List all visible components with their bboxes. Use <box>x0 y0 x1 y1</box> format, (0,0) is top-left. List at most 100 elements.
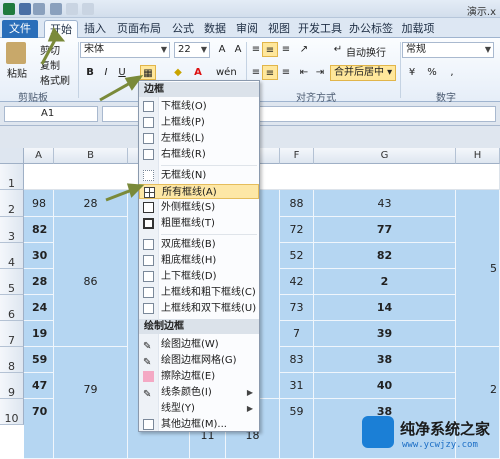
menu-item-all-borders[interactable]: 所有框线(A) <box>139 184 259 199</box>
tab-insert[interactable]: 插入 <box>80 20 110 38</box>
cell-g3[interactable]: 77 <box>314 217 456 243</box>
increase-indent-icon[interactable]: ⇥ <box>312 65 328 80</box>
tab-data[interactable]: 数据 <box>200 20 230 38</box>
phonetic-button[interactable]: wén <box>216 67 237 78</box>
column-header[interactable]: H <box>456 148 500 164</box>
cell-f5[interactable]: 42 <box>280 269 314 295</box>
cell-g8[interactable]: 38 <box>314 347 456 373</box>
customize-qat-icon[interactable] <box>82 3 94 15</box>
cell-f2[interactable]: 88 <box>280 190 314 217</box>
tab-file[interactable]: 文件 <box>2 20 38 38</box>
undo-icon[interactable] <box>33 3 45 15</box>
menu-item-thick-box-border[interactable]: 粗匣框线(T) <box>139 216 259 231</box>
tab-formulas[interactable]: 公式 <box>168 20 198 38</box>
menu-item-left-border[interactable]: 左框线(L) <box>139 131 259 146</box>
shrink-font-icon[interactable]: A <box>230 42 246 57</box>
row-header[interactable]: 9 <box>0 373 24 399</box>
align-right-icon[interactable]: ≡ <box>278 65 294 80</box>
comma-style-icon[interactable]: , <box>444 65 460 80</box>
redo-icon[interactable] <box>50 3 62 15</box>
menu-item-thick-bottom-border[interactable]: 粗底框线(H) <box>139 253 259 268</box>
row-header[interactable]: 10 <box>0 399 24 425</box>
menu-item-top-bottom-border[interactable]: 上下框线(D) <box>139 269 259 284</box>
menu-item-outside-borders[interactable]: 外侧框线(S) <box>139 200 259 215</box>
menu-item-no-border[interactable]: 无框线(N) <box>139 168 259 183</box>
paste-label[interactable]: 粘贴 <box>7 65 27 80</box>
menu-item-erase-border[interactable]: 擦除边框(E) <box>139 369 259 384</box>
menu-item-bottom-border[interactable]: 下框线(O) <box>139 99 259 114</box>
menu-item-draw-border[interactable]: ✎ 绘图边框(W) <box>139 337 259 352</box>
copy-button[interactable]: 复制 <box>40 57 60 72</box>
cell-a10[interactable]: 70 <box>24 399 54 459</box>
cell-f4[interactable]: 52 <box>280 243 314 269</box>
tab-home[interactable]: 开始 <box>44 20 78 38</box>
borders-button[interactable]: ▦ <box>140 65 156 80</box>
wrap-text-icon[interactable]: ↵ <box>330 42 346 57</box>
cell-g5[interactable]: 2 <box>314 269 456 295</box>
number-format-select[interactable]: 常规 ▼ <box>402 42 494 58</box>
cell-a5[interactable]: 28 <box>24 269 54 295</box>
tab-office-tab[interactable]: 办公标签 <box>346 20 396 38</box>
column-header[interactable]: B <box>54 148 128 164</box>
row-header[interactable]: 1 <box>0 164 24 190</box>
name-box[interactable]: A1 <box>4 106 98 122</box>
font-color-icon[interactable]: A <box>190 65 206 80</box>
cell-f8[interactable]: 83 <box>280 347 314 373</box>
column-header[interactable]: G <box>314 148 456 164</box>
save-icon[interactable] <box>19 3 31 15</box>
menu-item-draw-border-grid[interactable]: ✎ 绘图边框网格(G) <box>139 353 259 368</box>
font-size-select[interactable]: 22 ▼ <box>174 42 210 58</box>
percent-icon[interactable]: % <box>424 65 440 80</box>
cell-f3[interactable]: 72 <box>280 217 314 243</box>
text-orientation-icon[interactable]: ↗ <box>296 42 312 57</box>
bold-button[interactable]: B <box>82 65 98 80</box>
italic-button[interactable]: I <box>98 65 114 80</box>
menu-item-double-bottom-border[interactable]: 双底框线(B) <box>139 237 259 252</box>
decrease-indent-icon[interactable]: ⇤ <box>296 65 312 80</box>
align-middle-icon[interactable]: ≡ <box>262 42 278 57</box>
cell-g2[interactable]: 43 <box>314 190 456 217</box>
menu-item-top-border[interactable]: 上框线(P) <box>139 115 259 130</box>
row-header[interactable]: 5 <box>0 269 24 295</box>
wrap-text-button[interactable]: 自动换行 <box>346 44 386 59</box>
cell-a6[interactable]: 24 <box>24 295 54 321</box>
cell-a4[interactable]: 30 <box>24 243 54 269</box>
menu-item-top-thick-bottom-border[interactable]: 上框线和粗下框线(C) <box>139 285 259 300</box>
cell-f10[interactable]: 59 <box>280 399 314 459</box>
column-header[interactable]: F <box>280 148 314 164</box>
row-header[interactable]: 7 <box>0 321 24 347</box>
font-name-select[interactable]: 宋体 ▼ <box>80 42 170 58</box>
cell-b2[interactable]: 28 <box>54 190 128 217</box>
cell-f7[interactable]: 7 <box>280 321 314 347</box>
format-painter-button[interactable]: 格式刷 <box>40 72 70 87</box>
menu-item-top-double-bottom-border[interactable]: 上框线和双下框线(U) <box>139 301 259 316</box>
row-header[interactable]: 3 <box>0 217 24 243</box>
cell-b8-merged[interactable]: 79 <box>54 347 128 459</box>
cell-a7[interactable]: 19 <box>24 321 54 347</box>
align-center-icon[interactable]: ≡ <box>262 65 278 80</box>
column-header[interactable]: A <box>24 148 54 164</box>
cell-b3-merged[interactable]: 86 <box>54 217 128 347</box>
paste-icon[interactable] <box>6 42 26 64</box>
tab-review[interactable]: 审阅 <box>232 20 262 38</box>
cell-g9[interactable]: 40 <box>314 373 456 399</box>
cell-g7[interactable]: 39 <box>314 321 456 347</box>
menu-item-more-borders[interactable]: 其他边框(M)... <box>139 417 259 432</box>
tab-view[interactable]: 视图 <box>264 20 294 38</box>
underline-button[interactable]: U <box>114 65 130 80</box>
cell-a8[interactable]: 59 <box>24 347 54 373</box>
row-1-cells[interactable] <box>24 164 500 190</box>
cell-g4[interactable]: 82 <box>314 243 456 269</box>
tab-developer[interactable]: 开发工具 <box>296 20 344 38</box>
fill-color-icon[interactable]: ◆ <box>170 65 186 80</box>
cell-a2[interactable]: 98 <box>24 190 54 217</box>
cell-a3[interactable]: 82 <box>24 217 54 243</box>
row-header[interactable]: 2 <box>0 190 24 217</box>
tab-addins[interactable]: 加载项 <box>398 20 438 38</box>
cell-g6[interactable]: 14 <box>314 295 456 321</box>
cell-f9[interactable]: 31 <box>280 373 314 399</box>
row-header[interactable]: 4 <box>0 243 24 269</box>
currency-icon[interactable]: ¥ <box>404 65 420 80</box>
menu-item-line-color[interactable]: ✎ 线条颜色(I) ▶ <box>139 385 259 400</box>
print-preview-icon[interactable] <box>66 3 78 15</box>
